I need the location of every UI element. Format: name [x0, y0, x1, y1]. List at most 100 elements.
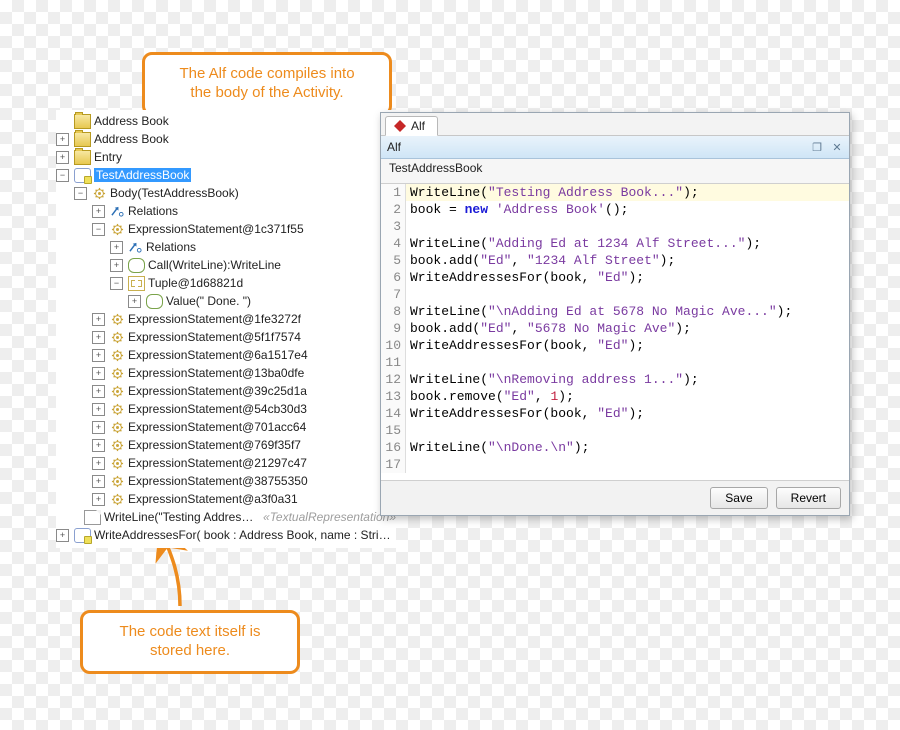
expand-icon[interactable]: + — [92, 349, 105, 362]
expand-icon[interactable]: + — [92, 475, 105, 488]
code-text[interactable]: book = new 'Address Book'(); — [406, 201, 628, 218]
code-text[interactable]: WriteLine("\nAdding Ed at 5678 No Magic … — [406, 303, 792, 320]
tree-row[interactable]: + ExpressionStatement@39c25d1a — [56, 382, 396, 400]
tree-row[interactable]: −ExpressionStatement@1c371f55 — [56, 220, 396, 238]
code-line[interactable]: 4WriteLine("Adding Ed at 1234 Alf Street… — [381, 235, 849, 252]
tree-row[interactable]: + ExpressionStatement@21297c47 — [56, 454, 396, 472]
code-text[interactable]: WriteAddressesFor(book, "Ed"); — [406, 337, 644, 354]
code-text[interactable] — [406, 286, 418, 303]
code-text[interactable] — [406, 354, 418, 371]
tree-label[interactable]: Entry — [94, 150, 122, 164]
tree-row[interactable]: +ExpressionStatement@1fe3272f — [56, 310, 396, 328]
expand-icon[interactable]: + — [92, 457, 105, 470]
code-line[interactable]: 2book = new 'Address Book'(); — [381, 201, 849, 218]
tree-row[interactable]: Address Book — [56, 112, 396, 130]
code-text[interactable]: book.remove("Ed", 1); — [406, 388, 574, 405]
tree-label[interactable]: ExpressionStatement@21297c47 — [128, 456, 307, 470]
expand-icon[interactable]: + — [92, 313, 105, 326]
code-line[interactable]: 15 — [381, 422, 849, 439]
code-line[interactable]: 10WriteAddressesFor(book, "Ed"); — [381, 337, 849, 354]
tree-row[interactable]: +ExpressionStatement@13ba0dfe — [56, 364, 396, 382]
code-text[interactable] — [406, 456, 418, 473]
code-area[interactable]: 1WriteLine("Testing Address Book...");2b… — [381, 184, 849, 480]
code-line[interactable]: 11 — [381, 354, 849, 371]
code-text[interactable]: book.add("Ed", "5678 No Magic Ave"); — [406, 320, 691, 337]
code-text[interactable]: WriteAddressesFor(book, "Ed"); — [406, 269, 644, 286]
code-text[interactable]: WriteLine("Testing Address Book..."); — [406, 184, 699, 201]
expand-icon[interactable]: + — [92, 205, 105, 218]
tree-row[interactable]: WriteLine("Testing Address Book..."); bo… — [56, 508, 396, 526]
tree-label[interactable]: Address Book — [94, 132, 169, 146]
tree-row[interactable]: + ExpressionStatement@5f1f7574 — [56, 328, 396, 346]
collapse-icon[interactable]: − — [110, 277, 123, 290]
tree-label[interactable]: Body(TestAddressBook) — [110, 186, 239, 200]
code-line[interactable]: 3 — [381, 218, 849, 235]
tree-label[interactable]: Relations — [146, 240, 196, 254]
tree-row[interactable]: + Address Book — [56, 130, 396, 148]
tree-row[interactable]: + Relations — [56, 202, 396, 220]
tree-label[interactable]: ExpressionStatement@5f1f7574 — [128, 330, 301, 344]
tree-label[interactable]: WriteAddressesFor( book : Address Book, … — [94, 528, 396, 542]
expand-icon[interactable]: + — [92, 421, 105, 434]
code-line[interactable]: 14WriteAddressesFor(book, "Ed"); — [381, 405, 849, 422]
collapse-icon[interactable]: − — [56, 169, 69, 182]
close-icon[interactable]: ✕ — [831, 141, 843, 153]
expand-icon[interactable]: + — [92, 493, 105, 506]
code-line[interactable]: 8WriteLine("\nAdding Ed at 5678 No Magic… — [381, 303, 849, 320]
tree-label[interactable]: TestAddressBook — [94, 168, 191, 182]
tree-row[interactable]: + ExpressionStatement@54cb30d3 — [56, 400, 396, 418]
expand-icon[interactable]: + — [110, 259, 123, 272]
tree-row[interactable]: + Entry — [56, 148, 396, 166]
expand-icon[interactable]: + — [92, 385, 105, 398]
code-text[interactable] — [406, 218, 418, 235]
expand-icon[interactable]: + — [92, 403, 105, 416]
tree-row[interactable]: +ExpressionStatement@769f35f7 — [56, 436, 396, 454]
code-line[interactable]: 12WriteLine("\nRemoving address 1..."); — [381, 371, 849, 388]
tree-label[interactable]: ExpressionStatement@a3f0a31 — [128, 492, 298, 506]
tree-row[interactable]: + Relations — [56, 238, 396, 256]
code-text[interactable]: WriteLine("Adding Ed at 1234 Alf Street.… — [406, 235, 761, 252]
code-line[interactable]: 5book.add("Ed", "1234 Alf Street"); — [381, 252, 849, 269]
expand-icon[interactable]: + — [92, 439, 105, 452]
revert-button[interactable]: Revert — [776, 487, 841, 509]
save-button[interactable]: Save — [710, 487, 767, 509]
tree-label[interactable]: Call(WriteLine):WriteLine — [148, 258, 281, 272]
code-text[interactable]: WriteLine("\nRemoving address 1..."); — [406, 371, 699, 388]
tree-label[interactable]: WriteLine("Testing Address Book..."); bo… — [104, 510, 257, 524]
tree-label[interactable]: Tuple@1d68821d — [148, 276, 243, 290]
tree-label[interactable]: ExpressionStatement@54cb30d3 — [128, 402, 307, 416]
collapse-icon[interactable]: − — [74, 187, 87, 200]
tree-row[interactable]: +ExpressionStatement@701acc64 — [56, 418, 396, 436]
tree-row[interactable]: + Call(WriteLine):WriteLine — [56, 256, 396, 274]
tree-row[interactable]: − Tuple@1d68821d — [56, 274, 396, 292]
tree-label[interactable]: ExpressionStatement@13ba0dfe — [128, 366, 304, 380]
tree-label[interactable]: Relations — [128, 204, 178, 218]
code-line[interactable]: 7 — [381, 286, 849, 303]
expand-icon[interactable]: + — [110, 241, 123, 254]
tree-row[interactable]: + ExpressionStatement@38755350 — [56, 472, 396, 490]
code-text[interactable]: WriteAddressesFor(book, "Ed"); — [406, 405, 644, 422]
tree-label[interactable]: Address Book — [94, 114, 169, 128]
code-line[interactable]: 1WriteLine("Testing Address Book..."); — [381, 184, 849, 201]
expand-icon[interactable]: + — [56, 133, 69, 146]
editor-breadcrumb[interactable]: TestAddressBook — [381, 159, 849, 184]
collapse-icon[interactable]: − — [92, 223, 105, 236]
expand-icon[interactable]: + — [56, 529, 69, 542]
tree-row[interactable]: +Value(" Done. ") — [56, 292, 396, 310]
code-text[interactable]: book.add("Ed", "1234 Alf Street"); — [406, 252, 675, 269]
code-text[interactable] — [406, 422, 418, 439]
tree-label[interactable]: ExpressionStatement@38755350 — [128, 474, 308, 488]
detach-icon[interactable]: ❐ — [811, 141, 823, 153]
model-tree[interactable]: Address Book+Address Book+Entry−TestAddr… — [56, 110, 396, 548]
expand-icon[interactable]: + — [56, 151, 69, 164]
tab-alf[interactable]: Alf — [385, 116, 438, 136]
code-line[interactable]: 9book.add("Ed", "5678 No Magic Ave"); — [381, 320, 849, 337]
tree-row[interactable]: + WriteAddressesFor( book : Address Book,… — [56, 526, 396, 544]
tree-row[interactable]: − Body(TestAddressBook) — [56, 184, 396, 202]
tree-label[interactable]: ExpressionStatement@6a1517e4 — [128, 348, 308, 362]
code-line[interactable]: 17 — [381, 456, 849, 473]
expand-icon[interactable]: + — [92, 331, 105, 344]
tree-label[interactable]: Value(" Done. ") — [166, 294, 251, 308]
tree-row[interactable]: − TestAddressBook — [56, 166, 396, 184]
tree-label[interactable]: ExpressionStatement@39c25d1a — [128, 384, 307, 398]
